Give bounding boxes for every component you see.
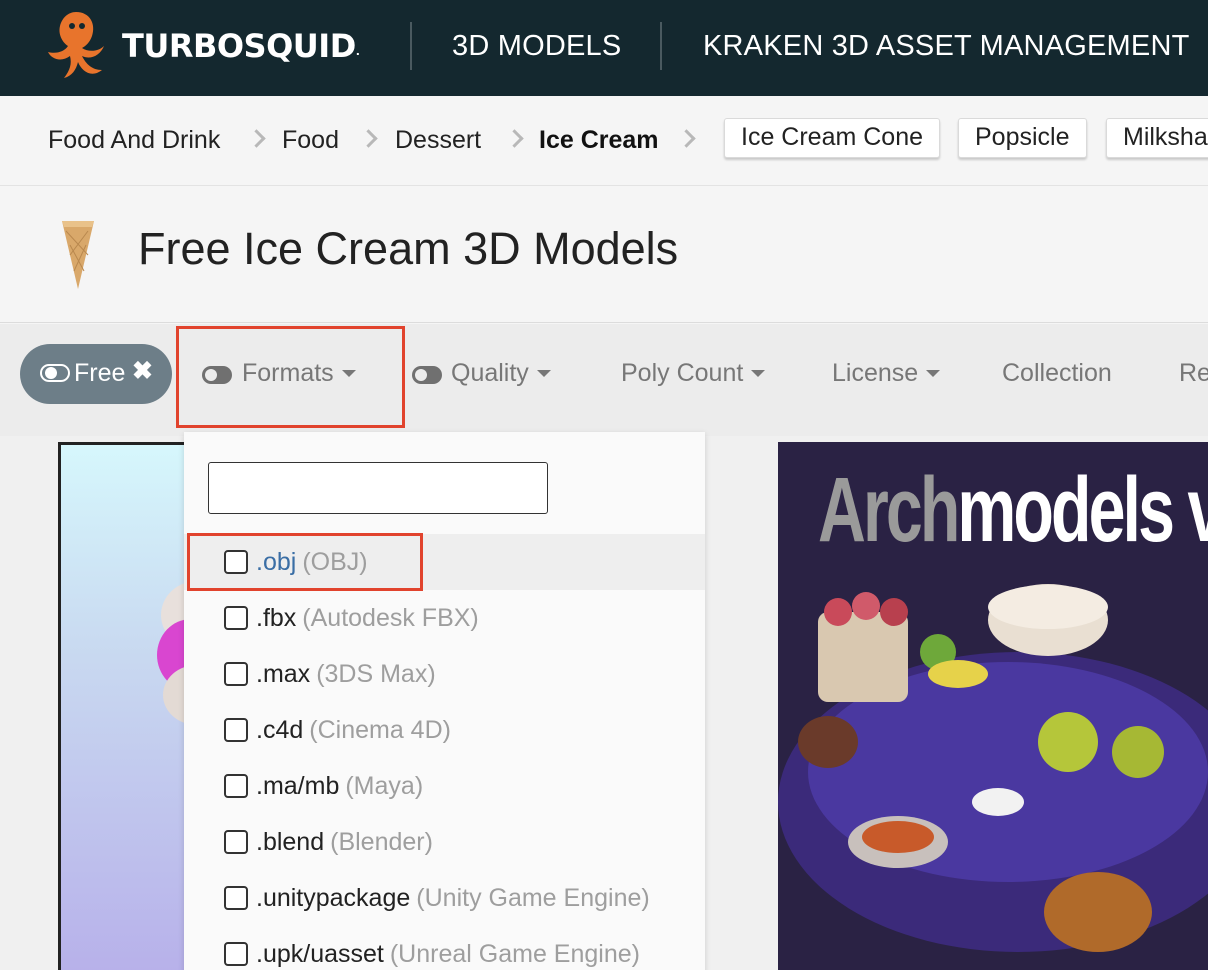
free-filter-label: Free [74, 359, 126, 387]
breadcrumb-food-and-drink[interactable]: Food And Drink [48, 126, 220, 155]
title-section: Free Ice Cream 3D Models [0, 187, 1208, 323]
nav-divider [660, 22, 662, 70]
formats-highlight-box [176, 326, 405, 428]
related-pill-ice-cream-cone[interactable]: Ice Cream Cone [724, 118, 941, 158]
nav-3d-models[interactable]: 3D MODELS [452, 30, 621, 63]
breadcrumb-ice-cream: Ice Cream [539, 126, 659, 154]
toggle-on-icon [40, 364, 70, 382]
filter-poly-count[interactable]: Poly Count [621, 359, 766, 388]
nav-kraken[interactable]: KRAKEN 3D ASSET MANAGEMENT [703, 30, 1190, 63]
caret-down-icon [926, 370, 941, 377]
filter-more[interactable]: Re [1179, 359, 1208, 388]
related-pill-popsicle[interactable]: Popsicle [958, 118, 1087, 158]
filter-license[interactable]: License [832, 359, 941, 388]
checkbox[interactable] [224, 662, 248, 686]
checkbox[interactable] [224, 718, 248, 742]
breadcrumb-dessert[interactable]: Dessert [395, 126, 481, 155]
page-title: Free Ice Cream 3D Models [138, 223, 679, 274]
squid-logo-icon[interactable] [46, 8, 110, 80]
chevron-right-icon [508, 129, 522, 149]
breadcrumb-food[interactable]: Food [282, 126, 339, 155]
breadcrumb: Food And Drink Food Dessert Ice Cream Ic… [0, 96, 1208, 186]
obj-option-highlight-box [187, 533, 423, 591]
checkbox[interactable] [224, 774, 248, 798]
chevron-right-icon [362, 129, 376, 149]
chevron-right-icon [680, 129, 694, 149]
filter-collection[interactable]: Collection [1002, 359, 1112, 388]
product-card-thumbnail[interactable] [58, 442, 194, 970]
nav-divider [410, 22, 412, 70]
caret-down-icon [751, 370, 766, 377]
chevron-right-icon [250, 129, 264, 149]
close-icon[interactable]: ✖ [132, 356, 153, 386]
top-navigation: TURBOSQUID. 3D MODELS KRAKEN 3D ASSET MA… [0, 0, 1208, 96]
free-filter-chip[interactable]: Free ✖ [20, 344, 172, 404]
formats-dropdown: .obj (OBJ) .fbx (Autodesk FBX) .max (3DS Ma… [184, 432, 705, 970]
toggle-off-icon [412, 366, 442, 384]
ice-cream-cone-thumbnail [62, 221, 94, 289]
format-search-input[interactable] [208, 462, 548, 514]
filter-quality[interactable]: Quality [451, 359, 551, 388]
caret-down-icon [536, 370, 551, 377]
ice-cream-render-image [157, 581, 191, 725]
brand-name[interactable]: TURBOSQUID. [122, 27, 360, 65]
related-pill-milkshake[interactable]: Milksha [1106, 118, 1208, 158]
ad-headline: Archmodels vo [818, 459, 1208, 561]
checkbox[interactable] [224, 606, 248, 630]
checkbox[interactable] [224, 886, 248, 910]
archmodels-ad-card[interactable]: Archmodels vo [778, 442, 1208, 970]
checkbox[interactable] [224, 830, 248, 854]
checkbox[interactable] [224, 942, 248, 966]
